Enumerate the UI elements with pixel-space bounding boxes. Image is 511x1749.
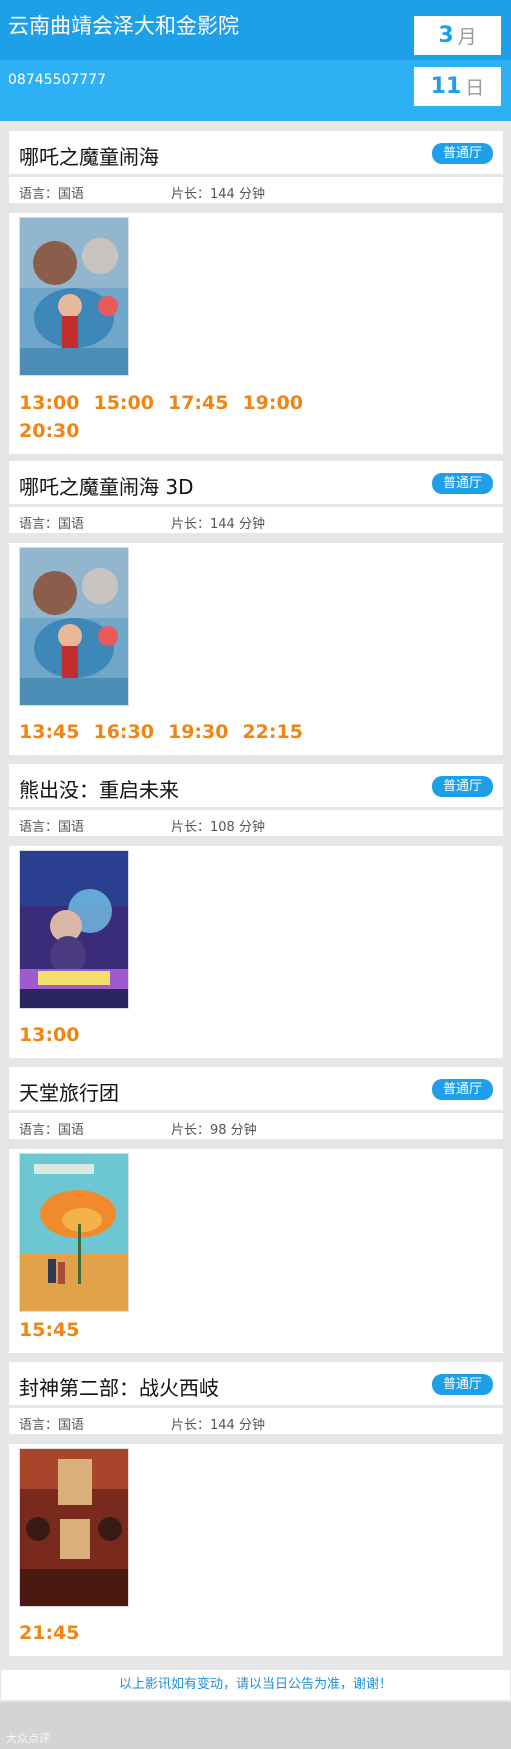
cinema-name: 云南曲靖会泽大和金影院 [8, 14, 239, 38]
hall-badge: 普通厅 [432, 143, 493, 164]
nezha-poster[interactable] [19, 217, 129, 376]
showtime[interactable]: 15:45 [19, 1319, 79, 1341]
movie-info: 语言：国语 片长：98 分钟 [9, 1113, 503, 1139]
month-number: 3 [438, 23, 454, 48]
movie-language: 语言：国语 [19, 1123, 85, 1138]
showtimes: 13:00 15:00 17:45 19:00 20:30 [19, 389, 493, 445]
cinema-header: 云南曲靖会泽大和金影院 08745507777 3 月 11 日 [0, 0, 511, 121]
hall-badge: 普通厅 [432, 776, 493, 797]
movie-language: 语言：国语 [19, 1418, 85, 1433]
movie-header: 哪吒之魔童闹海 普通厅 [9, 131, 503, 174]
showtimes: 21:45 [19, 1619, 493, 1647]
movie-title[interactable]: 封神第二部：战火西岐 [19, 1372, 219, 1401]
notice-text: 以上影讯如有变动，请以当日公告为准，谢谢！ [1, 1670, 510, 1700]
hall-badge: 普通厅 [432, 1374, 493, 1395]
showtime[interactable]: 13:00 [19, 392, 79, 414]
boonie-bears-poster[interactable] [19, 850, 129, 1009]
movie-title[interactable]: 天堂旅行团 [19, 1077, 119, 1106]
showtime[interactable]: 16:30 [93, 721, 153, 743]
movie-duration: 片长：144 分钟 [171, 517, 265, 532]
showtime[interactable]: 22:15 [242, 721, 302, 743]
movie-body: 13:00 [9, 846, 503, 1058]
movie-title[interactable]: 哪吒之魔童闹海 3D [19, 471, 193, 500]
showtime[interactable]: 21:45 [19, 1622, 79, 1644]
movie-title[interactable]: 熊出没：重启未来 [19, 774, 179, 803]
showtime[interactable]: 13:00 [19, 1024, 79, 1046]
showtimes: 13:45 16:30 19:30 22:15 [19, 718, 493, 746]
showtimes: 13:00 [19, 1021, 493, 1049]
showtime[interactable]: 15:00 [93, 392, 153, 414]
cinema-phone[interactable]: 08745507777 [8, 72, 106, 88]
movie-language: 语言：国语 [19, 820, 85, 835]
paradise-tour-poster[interactable] [19, 1153, 129, 1312]
showtime[interactable]: 19:30 [168, 721, 228, 743]
watermark: 大众点评 [6, 1732, 50, 1745]
creation-of-gods-poster[interactable] [19, 1448, 129, 1607]
movie-header: 封神第二部：战火西岐 普通厅 [9, 1362, 503, 1405]
showtime[interactable]: 13:45 [19, 721, 79, 743]
hall-badge: 普通厅 [432, 1079, 493, 1100]
movie-title[interactable]: 哪吒之魔童闹海 [19, 141, 159, 170]
movie-header: 熊出没：重启未来 普通厅 [9, 764, 503, 807]
month-box: 3 月 [414, 16, 501, 55]
movie-language: 语言：国语 [19, 517, 85, 532]
day-number: 11 [430, 74, 462, 99]
movie-info: 语言：国语 片长：144 分钟 [9, 1408, 503, 1434]
movie-duration: 片长：144 分钟 [171, 187, 265, 202]
movie-body: 13:45 16:30 19:30 22:15 [9, 543, 503, 755]
showtime[interactable]: 20:30 [19, 420, 79, 442]
movie-duration: 片长：144 分钟 [171, 1418, 265, 1433]
showtimes: 15:45 [19, 1316, 493, 1344]
day-unit: 日 [465, 77, 485, 99]
nezha-poster[interactable] [19, 547, 129, 706]
movie-info: 语言：国语 片长：144 分钟 [9, 177, 503, 203]
page-footer [0, 1702, 511, 1749]
movie-body: 21:45 [9, 1444, 503, 1656]
movie-header: 天堂旅行团 普通厅 [9, 1067, 503, 1110]
hall-badge: 普通厅 [432, 473, 493, 494]
movie-duration: 片长：108 分钟 [171, 820, 265, 835]
movie-duration: 片长：98 分钟 [171, 1123, 257, 1138]
movie-info: 语言：国语 片长：108 分钟 [9, 810, 503, 836]
showtime[interactable]: 17:45 [168, 392, 228, 414]
showtime[interactable]: 19:00 [242, 392, 302, 414]
month-unit: 月 [457, 26, 477, 48]
day-box: 11 日 [414, 67, 501, 106]
movie-info: 语言：国语 片长：144 分钟 [9, 507, 503, 533]
movie-header: 哪吒之魔童闹海 3D 普通厅 [9, 461, 503, 504]
movie-body: 15:45 [9, 1149, 503, 1353]
movie-language: 语言：国语 [19, 187, 85, 202]
movie-body: 13:00 15:00 17:45 19:00 20:30 [9, 213, 503, 454]
